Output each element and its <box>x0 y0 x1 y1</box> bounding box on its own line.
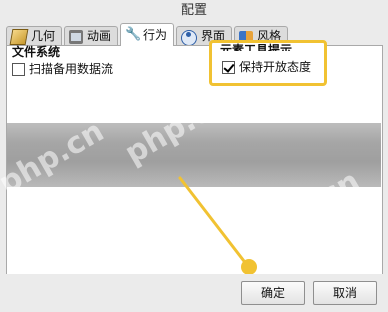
scan-alternate-streams-checkbox[interactable] <box>12 63 25 76</box>
wrench-icon: 🔧 <box>125 27 142 42</box>
ruler-icon <box>9 28 29 45</box>
tab-label: 几何 <box>31 29 56 43</box>
settings-dialog: 配置 几何 动画 🔧 行为 界面 风格 文件系统 扫描备用数据流 元素工具提示 … <box>0 0 388 312</box>
dialog-title: 配置 <box>180 3 207 18</box>
scan-alternate-streams-option[interactable]: 扫描备用数据流 <box>12 62 113 77</box>
element-tooltip-group: 元素工具提示 保持开放态度 <box>209 40 327 86</box>
cancel-button[interactable]: 取消 <box>313 281 377 305</box>
file-system-group: 文件系统 扫描备用数据流 <box>12 45 113 77</box>
keep-open-checkbox[interactable] <box>222 61 235 74</box>
eye-icon <box>181 29 198 46</box>
tab-geometry[interactable]: 几何 <box>6 26 63 46</box>
scan-alternate-streams-label: 扫描备用数据流 <box>29 62 114 76</box>
tab-behavior[interactable]: 🔧 行为 <box>120 23 175 46</box>
file-system-heading: 文件系统 <box>12 45 61 59</box>
ok-button[interactable]: 确定 <box>241 281 305 305</box>
keep-open-option[interactable]: 保持开放态度 <box>222 60 311 75</box>
tab-label: 行为 <box>143 28 168 42</box>
element-tooltip-heading: 元素工具提示 <box>220 43 293 51</box>
film-icon <box>69 29 84 44</box>
dialog-footer: 确定 取消 <box>0 274 388 312</box>
tab-label: 动画 <box>87 29 112 43</box>
keep-open-label: 保持开放态度 <box>239 60 312 74</box>
tab-animation[interactable]: 动画 <box>64 26 119 46</box>
